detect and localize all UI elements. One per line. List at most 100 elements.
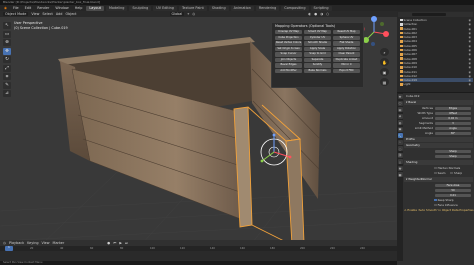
property-field[interactable]: 0.02 m: [435, 116, 471, 121]
panel-button[interactable]: Duplicate Linked: [333, 57, 360, 63]
workspace-tab-animation[interactable]: Animation: [230, 5, 254, 11]
miter-inner-field[interactable]: Sharp: [435, 154, 471, 159]
panel-button[interactable]: Snap Cursor: [275, 52, 302, 57]
object-menu[interactable]: Object: [65, 11, 76, 17]
workspace-tab-rendering[interactable]: Rendering: [255, 5, 280, 11]
texture-tab-icon[interactable]: ▦: [397, 172, 403, 177]
workspace-tab-layout[interactable]: Layout: [86, 5, 104, 11]
bevel-modifier-name[interactable]: Bevel: [408, 100, 416, 104]
panel-button[interactable]: Reset UV Map: [333, 30, 360, 35]
cursor-3d-icon[interactable]: ⊕: [3, 39, 11, 46]
workspace-tab-compositing[interactable]: Compositing: [281, 5, 309, 11]
workspace-tab-sculpting[interactable]: Sculpting: [129, 5, 152, 11]
render-tab-icon[interactable]: ▢: [397, 100, 403, 106]
geometry-section[interactable]: Geometry: [404, 143, 473, 148]
material-tab-icon[interactable]: ◒: [397, 165, 403, 171]
output-tab-icon[interactable]: ▤: [397, 107, 403, 112]
panel-button[interactable]: Cylinder UV: [304, 35, 331, 40]
workspace-tab-uv-editing[interactable]: UV Editing: [153, 5, 177, 11]
shading-material-icon[interactable]: ◑: [320, 11, 323, 17]
world-tab-icon[interactable]: ◍: [397, 120, 403, 125]
panel-button[interactable]: Bake Normals: [304, 69, 331, 74]
panel-button[interactable]: Export FBX: [333, 69, 360, 74]
outliner-search-input[interactable]: [412, 13, 446, 17]
mode-selector[interactable]: Object Mode: [3, 12, 29, 16]
object-name[interactable]: Cube.019: [406, 94, 419, 98]
proportional-edit-icon[interactable]: ◎: [192, 11, 195, 17]
workspace-tab-texture-paint[interactable]: Texture Paint: [178, 5, 207, 11]
modifier-tab-icon[interactable]: 🔧: [397, 133, 403, 138]
grid-toggle-icon[interactable]: ▦: [380, 78, 389, 86]
rotate-icon[interactable]: ↻: [3, 56, 11, 63]
property-field[interactable]: 3: [435, 121, 471, 126]
mark-sharp-checkbox[interactable]: [450, 171, 454, 175]
object-tab-icon[interactable]: ▣: [397, 126, 403, 132]
visibility-eye-icon[interactable]: ◉: [469, 82, 471, 86]
mark-seam-checkbox[interactable]: [434, 171, 437, 175]
property-field[interactable]: Edges: [435, 106, 471, 111]
threshold-field[interactable]: 0.01: [435, 193, 471, 198]
panel-button[interactable]: Mirror X: [333, 63, 360, 68]
property-field[interactable]: 30°: [435, 131, 471, 136]
zoom-icon[interactable]: ⌕: [380, 48, 389, 56]
current-frame-indicator[interactable]: 1: [5, 246, 13, 251]
transform-icon[interactable]: ⌗: [3, 73, 11, 80]
panel-button[interactable]: Snap to Grid: [304, 52, 331, 57]
panel-button[interactable]: Solidify: [304, 63, 331, 68]
particles-tab-icon[interactable]: ∴: [397, 139, 403, 145]
scene-tab-icon[interactable]: ◈: [397, 113, 403, 119]
panel-button[interactable]: Set Origin to Geo: [275, 46, 302, 52]
select-box-icon[interactable]: ▭: [3, 30, 11, 38]
shading-section[interactable]: Shading: [404, 160, 473, 165]
snap-icon[interactable]: ⌖: [187, 11, 189, 17]
panel-button[interactable]: Unwrap UV Map: [275, 30, 302, 35]
select-menu[interactable]: Select: [42, 11, 52, 17]
harden-normals-checkbox[interactable]: [434, 166, 437, 170]
constraints-tab-icon[interactable]: ⛓: [397, 152, 403, 158]
add-menu[interactable]: Add: [56, 11, 63, 17]
workspace-tab-shading[interactable]: Shading: [208, 5, 229, 11]
weight-field[interactable]: 50: [435, 188, 471, 193]
bevel-modifier-header[interactable]: ▾ Bevel: [404, 100, 473, 105]
orientation-selector[interactable]: Global: [169, 12, 185, 16]
pan-hand-icon[interactable]: ✋: [380, 58, 389, 66]
move-icon[interactable]: ✥: [3, 47, 11, 55]
panel-button[interactable]: Smart UV Map: [304, 30, 331, 35]
annotate-icon[interactable]: ✎: [3, 81, 11, 89]
keep-sharp-checkbox[interactable]: [434, 198, 437, 202]
panel-button[interactable]: Bevel Edges: [275, 63, 302, 68]
weighted-normal-modifier-name[interactable]: WeightedNormal: [408, 177, 431, 181]
outliner-item[interactable]: Light ◉: [400, 82, 473, 86]
panel-button[interactable]: Clear Parent: [333, 52, 360, 57]
weighting-mode-field[interactable]: Face Area: [435, 183, 471, 188]
timeline-track[interactable]: [0, 251, 397, 261]
workspace-tab-modeling[interactable]: Modeling: [105, 5, 128, 11]
panel-button[interactable]: Reset Vertex Colors: [275, 41, 302, 46]
shading-solid-icon[interactable]: ●: [314, 11, 317, 17]
panel-button[interactable]: Sphere UV: [333, 35, 360, 40]
panel-button[interactable]: Apply Rotation: [333, 46, 360, 52]
face-influence-checkbox[interactable]: [434, 203, 437, 207]
panel-button[interactable]: Apply Scale: [304, 46, 331, 52]
tool-tab-icon[interactable]: ⚒: [397, 94, 403, 99]
camera-view-icon[interactable]: ▣: [380, 68, 389, 76]
property-field[interactable]: Angle: [435, 126, 471, 131]
panel-button[interactable]: Cube Projection: [275, 35, 302, 40]
scale-icon[interactable]: ⤢: [3, 64, 11, 72]
view-menu[interactable]: View: [31, 11, 39, 17]
workspace-tab-scripting[interactable]: Scripting: [310, 5, 332, 11]
physics-tab-icon[interactable]: ◌: [397, 146, 403, 151]
panel-button[interactable]: Separate: [304, 57, 331, 63]
measure-icon[interactable]: ⊿: [3, 90, 11, 97]
panel-button[interactable]: Add Modifier: [275, 69, 302, 74]
shading-rendered-icon[interactable]: ○: [326, 11, 329, 17]
profile-section[interactable]: Profile: [404, 137, 473, 142]
data-tab-icon[interactable]: △: [397, 159, 403, 164]
weighted-normal-modifier-header[interactable]: ▾ WeightedNormal: [404, 177, 473, 182]
overlay-icon[interactable]: ◐: [308, 11, 311, 17]
miter-outer-field[interactable]: Sharp: [435, 149, 471, 154]
cursor-icon[interactable]: ↖: [3, 22, 11, 29]
panel-button[interactable]: Join Objects: [275, 57, 302, 63]
panel-button[interactable]: Smooth Shade: [304, 41, 331, 46]
property-field[interactable]: Offset: [435, 111, 471, 116]
